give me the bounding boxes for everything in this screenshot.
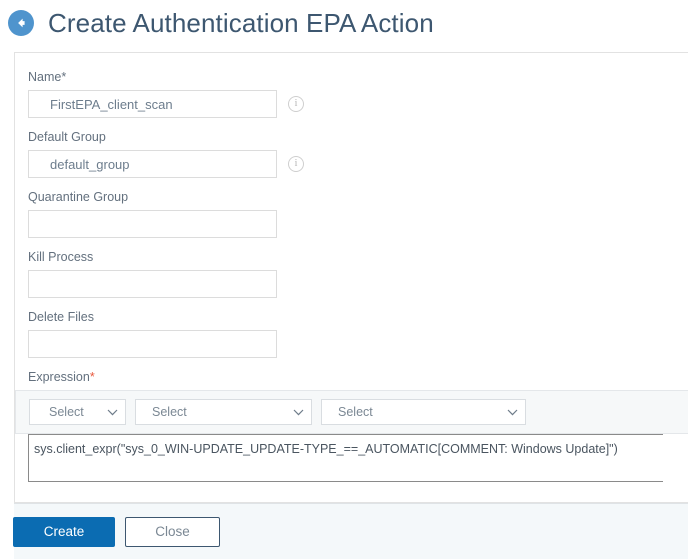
footer-buttons: Create Close: [13, 516, 220, 547]
kill-process-input[interactable]: [28, 270, 277, 298]
field-kill-process: Kill Process: [28, 249, 688, 298]
form-footer: Create Close: [13, 503, 688, 559]
create-button[interactable]: Create: [13, 516, 115, 547]
field-row-default-group: i: [28, 150, 688, 178]
expression-select-3-value: Select: [338, 405, 373, 419]
field-label-default-group: Default Group: [28, 130, 106, 144]
field-row-name: i: [28, 90, 688, 118]
expression-select-3[interactable]: Select: [321, 399, 526, 425]
field-expression: Expression* Select Select Select: [15, 369, 688, 482]
field-label-expression: Expression*: [28, 369, 688, 385]
field-label-quarantine-group: Quarantine Group: [28, 190, 129, 204]
quarantine-group-input[interactable]: [28, 210, 277, 238]
close-button[interactable]: Close: [125, 516, 220, 547]
field-default-group: Default Group i: [28, 129, 688, 178]
expression-label-text: Expression: [28, 370, 90, 384]
name-input[interactable]: [28, 90, 277, 118]
expression-select-1-value: Select: [49, 405, 84, 419]
info-circle-icon-name[interactable]: i: [288, 96, 304, 112]
field-name: Name* i: [28, 69, 688, 118]
chevron-down-icon-3: [507, 405, 518, 419]
expression-textarea-wrap: [15, 434, 688, 482]
info-circle-icon-default-group[interactable]: i: [288, 156, 304, 172]
expression-select-2-value: Select: [152, 405, 187, 419]
form-body: Name* i Default Group i Quarantine Group…: [15, 53, 688, 482]
chevron-down-icon-1: [107, 405, 118, 419]
required-asterisk: *: [89, 370, 95, 384]
form-panel: Name* i Default Group i Quarantine Group…: [14, 52, 688, 503]
field-quarantine-group: Quarantine Group: [28, 189, 688, 238]
expression-select-2[interactable]: Select: [135, 399, 312, 425]
field-row-quarantine-group: [28, 210, 688, 238]
chevron-down-icon-2: [293, 405, 304, 419]
expression-textarea[interactable]: [28, 434, 663, 482]
field-row-delete-files: [28, 330, 688, 358]
delete-files-input[interactable]: [28, 330, 277, 358]
expression-select-1[interactable]: Select: [29, 399, 126, 425]
field-label-name: Name*: [28, 70, 67, 84]
page-header: Create Authentication EPA Action: [0, 0, 688, 46]
expression-select-row: Select Select Select: [15, 390, 688, 434]
field-label-kill-process: Kill Process: [28, 250, 94, 264]
field-row-kill-process: [28, 270, 688, 298]
back-button[interactable]: [8, 10, 34, 36]
arrow-left-circle-icon: [13, 15, 29, 31]
default-group-input[interactable]: [28, 150, 277, 178]
field-label-delete-files: Delete Files: [28, 310, 94, 324]
field-delete-files: Delete Files: [28, 309, 688, 358]
page-title: Create Authentication EPA Action: [48, 7, 434, 38]
